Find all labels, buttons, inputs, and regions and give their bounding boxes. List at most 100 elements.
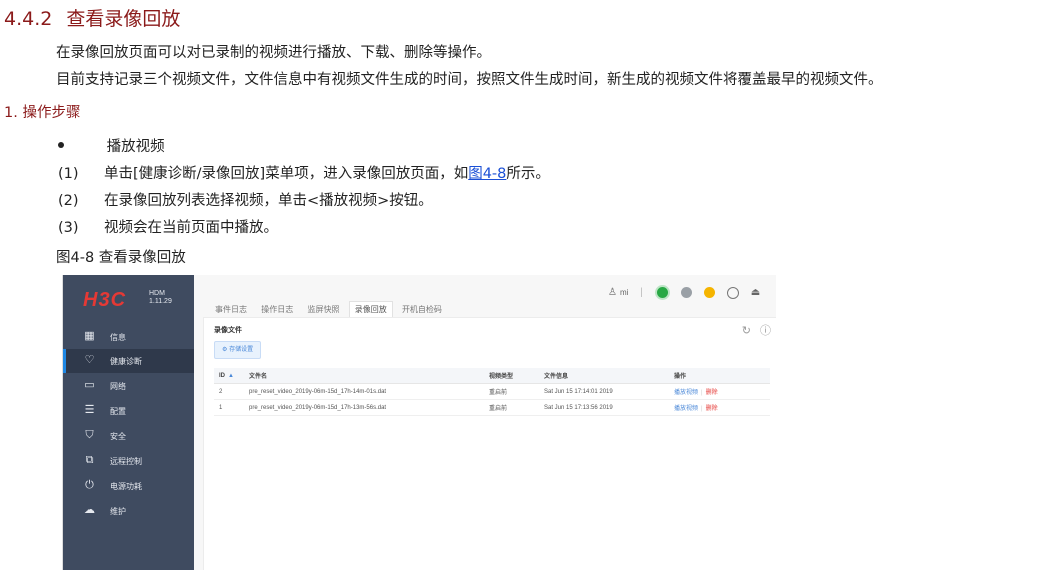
product-info: HDM 1.11.29 (149, 290, 172, 306)
sidebar-item-remote[interactable]: ⧉ 远程控制 (63, 449, 194, 473)
section-title: 查看录像回放 (66, 8, 181, 30)
cell-id: 1 (214, 399, 244, 416)
cell-info: Sat Jun 15 17:13:56 2019 (539, 399, 669, 416)
cell-id: 2 (214, 383, 244, 400)
divider: | (701, 390, 703, 396)
video-table: ID ▲ 文件名 视频类型 文件信息 操作 2 pre_reset_video_2… (214, 368, 770, 416)
step-text-tail: 所示。 (506, 166, 550, 182)
sidebar-item-label: 维护 (110, 507, 126, 516)
cell-type: 重启前 (484, 399, 539, 416)
col-info: 文件信息 (539, 368, 669, 384)
status-ok-icon[interactable] (654, 285, 670, 300)
intro-paragraph-2: 目前支持记录三个视频文件，文件信息中有视频文件生成的时间，按照文件生成时间，新生… (56, 72, 883, 88)
col-filename: 文件名 (244, 368, 484, 384)
sidebar-item-health[interactable]: ♡ 健康诊断 (63, 349, 194, 373)
sidebar-item-security[interactable]: ⛉ 安全 (63, 424, 194, 448)
uid-icon[interactable] (681, 287, 693, 298)
step-number: (2) (58, 193, 79, 209)
bullet-dot-icon (58, 142, 64, 148)
cell-filename: pre_reset_video_2019y-06m-15d_17h-13m-56… (244, 399, 484, 416)
delete-link[interactable]: 删除 (706, 406, 718, 412)
hdm-screenshot: H3C HDM 1.11.29 ▦ 信息 ♡ 健康诊断 ▭ 网络 ☰ 配置 ⛉ … (62, 275, 776, 570)
sidebar-item-config[interactable]: ☰ 配置 (63, 399, 194, 423)
shield-icon: ⛉ (85, 429, 94, 441)
col-actions: 操作 (669, 368, 770, 384)
tab-screen-snapshot[interactable]: 监屏快照 (302, 302, 344, 317)
sidebar-item-info[interactable]: ▦ 信息 (63, 325, 194, 349)
sidebar-item-label: 电源功耗 (110, 482, 142, 491)
sidebar-item-power[interactable]: ⏻ 电源功耗 (63, 474, 194, 498)
bullet-item: 播放视频 (58, 135, 165, 156)
tab-video-playback[interactable]: 录像回放 (348, 301, 393, 317)
steps-subheading: 1. 操作步骤 (4, 105, 81, 121)
storage-settings-button[interactable]: ⚙ 存储设置 (214, 341, 262, 359)
h3c-logo: H3C (83, 289, 127, 311)
sidebar-item-label: 安全 (110, 432, 126, 441)
sidebar-item-label: 远程控制 (110, 457, 142, 466)
step-text: 在录像回放列表选择视频，单击<播放视频>按钮。 (104, 193, 433, 209)
bullet-text: 播放视频 (106, 139, 165, 155)
col-type: 视频类型 (484, 368, 539, 384)
section-heading: 4.4.2 查看录像回放 (4, 4, 180, 31)
video-panel: 录像文件 ↻ ⓘ ⚙ 存储设置 ID▲ 文件名 视频类型 文件信息 操作 2 (203, 317, 776, 570)
step-1: (1) 单击[健康诊断/录像回放]菜单项，进入录像回放页面，如图4-8所示。 (58, 162, 550, 183)
cloud-icon: ☁ (84, 504, 95, 516)
cell-info: Sat Jun 15 17:14:01 2019 (539, 383, 669, 400)
step-number: (1) (58, 166, 79, 182)
heart-icon: ♡ (84, 354, 95, 366)
tab-bar: 事件日志 操作日志 监屏快照 录像回放 开机自检码 (210, 301, 449, 317)
section-number: 4.4.2 (4, 8, 53, 30)
table-header-row: ID ▲ 文件名 视频类型 文件信息 操作 (214, 368, 770, 384)
cell-actions: 播放视频 | 删除 (669, 383, 770, 400)
sidebar: H3C HDM 1.11.29 ▦ 信息 ♡ 健康诊断 ▭ 网络 ☰ 配置 ⛉ … (63, 275, 194, 570)
panel-actions: ↻ ⓘ (736, 322, 771, 338)
settings-icon: ⚙ (222, 347, 228, 353)
step-text: 视频会在当前页面中播放。 (104, 220, 278, 236)
table-row: 1 pre_reset_video_2019y-06m-15d_17h-13m-… (214, 399, 770, 416)
step-text: 单击[健康诊断/录像回放]菜单项，进入录像回放页面，如 (104, 166, 469, 182)
delete-link[interactable]: 删除 (706, 390, 718, 396)
tab-event-log[interactable]: 事件日志 (210, 302, 252, 317)
figure-link[interactable]: 图4-8 (468, 166, 506, 182)
sidebar-item-label: 信息 (110, 333, 126, 342)
sidebar-item-label: 健康诊断 (110, 357, 142, 366)
sidebar-item-label: 网络 (110, 382, 126, 391)
step-number: (3) (58, 220, 79, 236)
grid-icon: ▦ (84, 330, 95, 342)
tab-post-code[interactable]: 开机自检码 (397, 302, 447, 317)
help-icon[interactable]: ⓘ (760, 325, 771, 337)
cell-actions: 播放视频 | 删除 (669, 399, 770, 416)
refresh-icon[interactable]: ↻ (742, 325, 751, 337)
network-icon: ▭ (84, 379, 95, 391)
sidebar-item-maintenance[interactable]: ☁ 维护 (63, 499, 194, 523)
power-icon: ⏻ (85, 479, 94, 491)
username: mi (619, 288, 629, 297)
sort-icon[interactable]: ▲ (228, 373, 234, 379)
play-video-link[interactable]: 播放视频 (674, 390, 698, 396)
intro-paragraph-1: 在录像回放页面可以对已录制的视频进行播放、下载、删除等操作。 (56, 45, 491, 61)
remote-icon: ⧉ (85, 454, 94, 466)
figure-caption: 图4-8 查看录像回放 (56, 250, 186, 266)
step-3: (3) 视频会在当前页面中播放。 (58, 216, 278, 237)
sliders-icon: ☰ (84, 404, 95, 416)
cell-type: 重启前 (484, 383, 539, 400)
play-video-link[interactable]: 播放视频 (674, 406, 698, 412)
storage-settings-label: 存储设置 (229, 347, 254, 353)
col-id[interactable]: ID ▲ (214, 368, 244, 384)
alert-icon[interactable] (704, 287, 716, 298)
divider: | (701, 406, 703, 412)
product-name: HDM (149, 290, 165, 297)
logout-icon[interactable]: ⏏ (751, 287, 760, 298)
divider: | (640, 287, 643, 298)
step-2: (2) 在录像回放列表选择视频，单击<播放视频>按钮。 (58, 189, 433, 210)
sidebar-item-label: 配置 (110, 407, 126, 416)
top-toolbar: ♙ mi | ⏏ (608, 285, 769, 300)
product-version: 1.11.29 (149, 298, 172, 305)
table-row: 2 pre_reset_video_2019y-06m-15d_17h-14m-… (214, 383, 770, 400)
panel-title: 录像文件 (214, 327, 242, 334)
language-icon[interactable] (726, 286, 739, 299)
cell-filename: pre_reset_video_2019y-06m-15d_17h-14m-01… (244, 383, 484, 400)
sidebar-item-network[interactable]: ▭ 网络 (63, 374, 194, 398)
user-icon[interactable]: ♙ (608, 287, 617, 298)
tab-operation-log[interactable]: 操作日志 (256, 302, 298, 317)
